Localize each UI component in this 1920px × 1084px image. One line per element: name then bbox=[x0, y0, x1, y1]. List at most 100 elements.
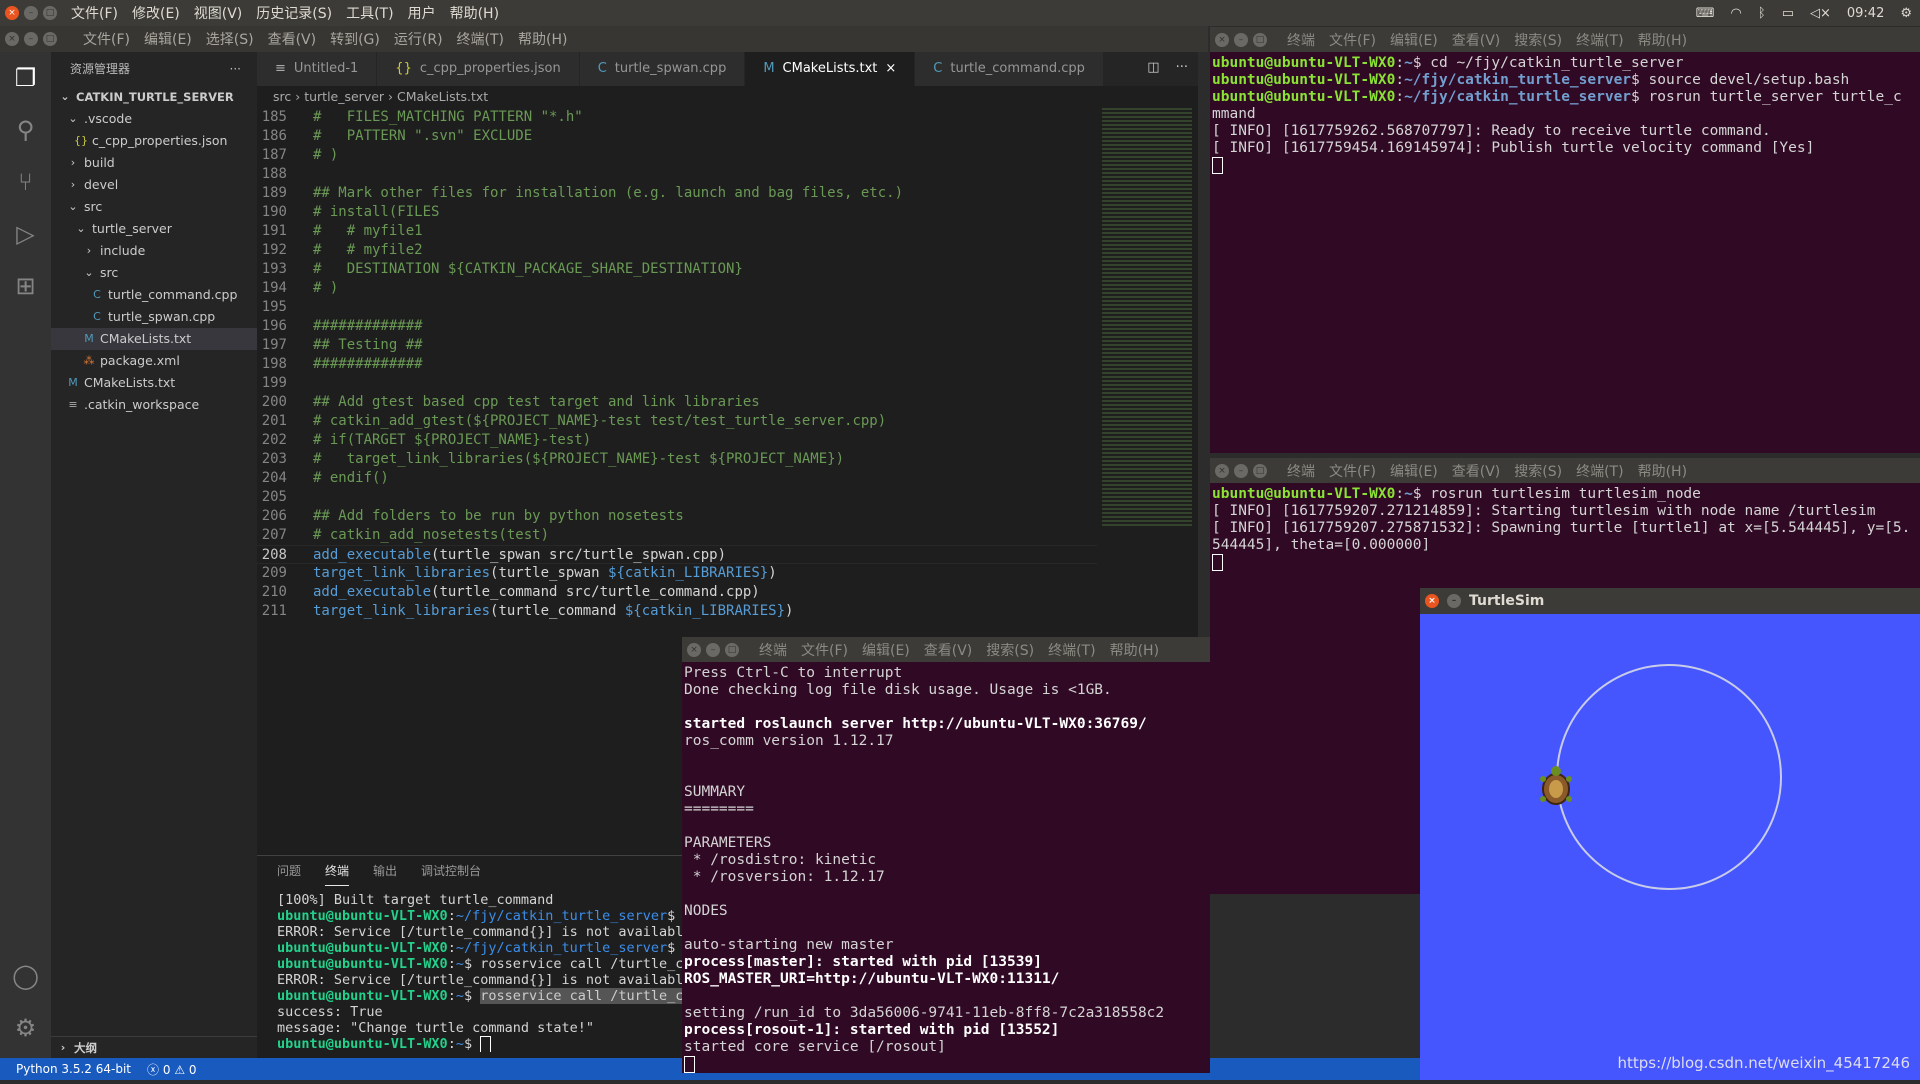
minimize-window-button[interactable]: – bbox=[1447, 594, 1461, 608]
tree-item[interactable]: ⌄ src bbox=[51, 196, 257, 218]
terminal-menu-item[interactable]: 查看(V) bbox=[1452, 461, 1501, 481]
terminal-window-roslaunch[interactable]: × – □ 终端 文件(F) 编辑(E) 查看(V) 搜索(S) 终端(T) 帮助(H) Pres… bbox=[682, 637, 1210, 1073]
tree-item[interactable]: › devel bbox=[51, 174, 257, 196]
menu-item[interactable]: 转到(G) bbox=[330, 29, 380, 49]
bluetooth-icon[interactable]: ᛒ bbox=[1758, 6, 1766, 21]
close-window-button[interactable]: × bbox=[1215, 32, 1229, 47]
breadcrumb-item[interactable]: turtle_server bbox=[304, 89, 384, 104]
minimize-window-button[interactable]: – bbox=[706, 642, 720, 657]
maximize-window-button[interactable]: □ bbox=[1253, 463, 1267, 478]
tree-item[interactable]: Cturtle_command.cpp bbox=[51, 284, 257, 306]
menu-item[interactable]: 文件(F) bbox=[71, 3, 118, 23]
terminal-menu-item[interactable]: 终端 bbox=[1287, 461, 1315, 481]
terminal-menu-item[interactable]: 查看(V) bbox=[924, 640, 973, 660]
settings-gear-icon[interactable]: ⚙ bbox=[0, 1002, 51, 1054]
code-editor[interactable]: 185 # FILES_MATCHING PATTERN "*.h" 186 # PA… bbox=[257, 108, 1097, 621]
terminal-menu-item[interactable]: 文件(F) bbox=[1329, 461, 1376, 481]
menu-item[interactable]: 运行(R) bbox=[394, 29, 443, 49]
maximize-window-button[interactable]: □ bbox=[43, 6, 57, 20]
terminal-menu-item[interactable]: 帮助(H) bbox=[1110, 640, 1159, 660]
tab-turtle_command-cpp[interactable]: Cturtle_command.cpp bbox=[915, 52, 1104, 86]
clock[interactable]: 09:42 bbox=[1847, 6, 1884, 21]
panel-tab[interactable]: 问题 bbox=[277, 862, 301, 886]
tree-item[interactable]: ⌄ src bbox=[51, 262, 257, 284]
terminal-menu-item[interactable]: 查看(V) bbox=[1452, 30, 1501, 50]
menu-item[interactable]: 查看(V) bbox=[268, 29, 317, 49]
panel-tab[interactable]: 调试控制台 bbox=[421, 862, 481, 886]
tree-item[interactable]: ⁂ package.xml bbox=[51, 350, 257, 372]
more-actions-icon[interactable]: ··· bbox=[1176, 60, 1188, 75]
maximize-window-button[interactable]: □ bbox=[43, 32, 57, 46]
outline-section[interactable]: › 大纲 bbox=[51, 1036, 257, 1058]
minimize-window-button[interactable]: – bbox=[24, 32, 38, 46]
python-interpreter[interactable]: Python 3.5.2 64-bit bbox=[16, 1062, 131, 1076]
tree-item[interactable]: M CMakeLists.txt bbox=[51, 372, 257, 394]
close-icon[interactable]: × bbox=[885, 61, 896, 76]
tree-item[interactable]: ⌄ .vscode bbox=[51, 108, 257, 130]
extensions-icon[interactable]: ⊞ bbox=[0, 260, 51, 312]
close-window-button[interactable]: × bbox=[687, 642, 701, 657]
minimize-window-button[interactable]: – bbox=[1234, 32, 1248, 47]
run-debug-icon[interactable]: ▷ bbox=[0, 208, 51, 260]
explorer-icon[interactable]: ❐ bbox=[0, 52, 51, 104]
terminal-menu-item[interactable]: 终端(T) bbox=[1576, 461, 1623, 481]
panel-tab[interactable]: 终端 bbox=[325, 862, 350, 886]
panel-tab[interactable]: 输出 bbox=[373, 862, 397, 886]
gear-icon[interactable]: ⚙ bbox=[1900, 6, 1912, 21]
terminal-menu-item[interactable]: 终端 bbox=[759, 640, 787, 660]
terminal-menu-item[interactable]: 文件(F) bbox=[1329, 30, 1376, 50]
tree-item[interactable]: ≡ .catkin_workspace bbox=[51, 394, 257, 416]
terminal-menu-item[interactable]: 搜索(S) bbox=[986, 640, 1034, 660]
terminal-menu-item[interactable]: 搜索(S) bbox=[1514, 461, 1562, 481]
menu-item[interactable]: 用户 bbox=[408, 3, 436, 23]
tree-item[interactable]: › include bbox=[51, 240, 257, 262]
menu-item[interactable]: 修改(E) bbox=[132, 3, 180, 23]
keyboard-icon[interactable]: ⌨ bbox=[1696, 6, 1715, 21]
terminal-window-server[interactable]: × – □ 终端 文件(F) 编辑(E) 查看(V) 搜索(S) 终端(T) 帮助(H) ubun… bbox=[1210, 27, 1920, 453]
battery-icon[interactable]: ▭ bbox=[1782, 6, 1794, 21]
tab-c_cpp_properties-json[interactable]: {} c_cpp_properties.json bbox=[377, 52, 580, 86]
terminal-menu-item[interactable]: 编辑(E) bbox=[1390, 30, 1438, 50]
menu-item[interactable]: 编辑(E) bbox=[144, 29, 192, 49]
close-window-button[interactable]: × bbox=[5, 6, 19, 20]
menu-item[interactable]: 历史记录(S) bbox=[256, 3, 332, 23]
close-window-button[interactable]: × bbox=[1425, 594, 1439, 608]
maximize-window-button[interactable]: □ bbox=[1253, 32, 1267, 47]
menu-item[interactable]: 工具(T) bbox=[346, 3, 393, 23]
wifi-icon[interactable]: ◠ bbox=[1731, 6, 1742, 21]
terminal-menu-item[interactable]: 终端(T) bbox=[1576, 30, 1623, 50]
terminal-menu-item[interactable]: 帮助(H) bbox=[1638, 30, 1687, 50]
tab-untitled-1[interactable]: ≡ Untitled-1 bbox=[257, 52, 378, 86]
terminal-menu-item[interactable]: 终端 bbox=[1287, 30, 1315, 50]
menu-item[interactable]: 视图(V) bbox=[194, 3, 243, 23]
close-window-button[interactable]: × bbox=[1215, 463, 1229, 478]
tab-cmakelists-txt[interactable]: M CMakeLists.txt × bbox=[745, 52, 916, 86]
tree-item[interactable]: Cturtle_spwan.cpp bbox=[51, 306, 257, 328]
menu-item[interactable]: 文件(F) bbox=[83, 29, 130, 49]
search-icon[interactable]: ⚲ bbox=[0, 104, 51, 156]
minimize-window-button[interactable]: – bbox=[1234, 463, 1248, 478]
maximize-window-button[interactable]: □ bbox=[725, 642, 739, 657]
menu-item[interactable]: 帮助(H) bbox=[450, 3, 499, 23]
menu-item[interactable]: 终端(T) bbox=[457, 29, 504, 49]
terminal-menu-item[interactable]: 文件(F) bbox=[801, 640, 848, 660]
tree-item[interactable]: › build bbox=[51, 152, 257, 174]
source-control-icon[interactable]: ⑂ bbox=[0, 156, 51, 208]
more-actions-button[interactable]: ··· bbox=[230, 52, 241, 86]
tree-item[interactable]: M CMakeLists.txt bbox=[51, 328, 257, 350]
menu-item[interactable]: 帮助(H) bbox=[518, 29, 567, 49]
tab-turtle_spwan-cpp[interactable]: Cturtle_spwan.cpp bbox=[579, 52, 746, 86]
terminal-menu-item[interactable]: 搜索(S) bbox=[1514, 30, 1562, 50]
menu-item[interactable]: 选择(S) bbox=[206, 29, 254, 49]
integrated-terminal[interactable]: [100%] Built target turtle_command ubuntu… bbox=[257, 886, 682, 1052]
terminal-menu-item[interactable]: 编辑(E) bbox=[862, 640, 910, 660]
terminal-menu-item[interactable]: 帮助(H) bbox=[1638, 461, 1687, 481]
minimize-window-button[interactable]: – bbox=[24, 6, 38, 20]
account-icon[interactable]: ◯ bbox=[0, 950, 51, 1002]
workspace-root[interactable]: ⌄ CATKIN_TURTLE_SERVER bbox=[51, 86, 257, 108]
minimap[interactable] bbox=[1102, 108, 1192, 528]
breadcrumb-item[interactable]: src bbox=[273, 89, 291, 104]
breadcrumb-item[interactable]: CMakeLists.txt bbox=[397, 89, 488, 104]
volume-icon[interactable]: ◁× bbox=[1810, 6, 1831, 21]
tree-item[interactable]: ⌄ turtle_server bbox=[51, 218, 257, 240]
